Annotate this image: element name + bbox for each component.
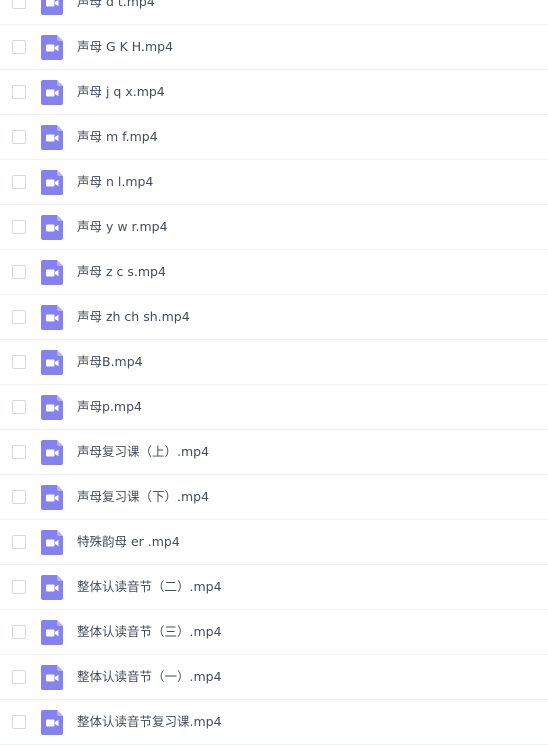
file-list: 声母 d t.mp4 声母 G K H.mp4 声母 j q x.mp4 声母 …: [0, 0, 548, 745]
video-file-icon: [41, 530, 63, 555]
file-row[interactable]: 特殊韵母 er .mp4: [0, 520, 548, 565]
video-file-icon: [41, 80, 63, 105]
select-checkbox[interactable]: [12, 445, 26, 459]
select-checkbox[interactable]: [12, 535, 26, 549]
file-row[interactable]: 整体认读音节（三）.mp4: [0, 610, 548, 655]
file-row[interactable]: 整体认读音节（二）.mp4: [0, 565, 548, 610]
select-checkbox[interactable]: [12, 670, 26, 684]
file-name[interactable]: 声母复习课（上）.mp4: [77, 430, 209, 474]
file-row[interactable]: 声母 n l.mp4: [0, 160, 548, 205]
select-checkbox[interactable]: [12, 130, 26, 144]
file-row[interactable]: 声母 y w r.mp4: [0, 205, 548, 250]
file-name[interactable]: 整体认读音节（二）.mp4: [77, 565, 222, 609]
file-row[interactable]: 声母复习课（上）.mp4: [0, 430, 548, 475]
select-checkbox[interactable]: [12, 490, 26, 504]
file-name[interactable]: 声母 z c s.mp4: [77, 250, 166, 294]
select-checkbox[interactable]: [12, 85, 26, 99]
video-file-icon: [41, 710, 63, 735]
file-row[interactable]: 声母 d t.mp4: [0, 0, 548, 25]
select-checkbox[interactable]: [12, 400, 26, 414]
file-row[interactable]: 声母复习课（下）.mp4: [0, 475, 548, 520]
video-file-icon: [41, 440, 63, 465]
file-row[interactable]: 声母 G K H.mp4: [0, 25, 548, 70]
file-name[interactable]: 整体认读音节复习课.mp4: [77, 700, 222, 744]
file-row[interactable]: 声母 m f.mp4: [0, 115, 548, 160]
video-file-icon: [41, 395, 63, 420]
select-checkbox[interactable]: [12, 220, 26, 234]
file-row[interactable]: 声母 z c s.mp4: [0, 250, 548, 295]
select-checkbox[interactable]: [12, 265, 26, 279]
file-row[interactable]: 声母p.mp4: [0, 385, 548, 430]
file-name[interactable]: 整体认读音节（三）.mp4: [77, 610, 222, 654]
file-name[interactable]: 声母 G K H.mp4: [77, 25, 173, 69]
select-checkbox[interactable]: [12, 580, 26, 594]
file-row[interactable]: 声母 zh ch sh.mp4: [0, 295, 548, 340]
file-name[interactable]: 整体认读音节（一）.mp4: [77, 655, 222, 699]
file-row[interactable]: 整体认读音节复习课.mp4: [0, 700, 548, 745]
video-file-icon: [41, 575, 63, 600]
file-name[interactable]: 声母 n l.mp4: [77, 160, 153, 204]
file-name[interactable]: 声母复习课（下）.mp4: [77, 475, 209, 519]
video-file-icon: [41, 260, 63, 285]
video-file-icon: [41, 620, 63, 645]
video-file-icon: [41, 485, 63, 510]
file-name[interactable]: 声母 zh ch sh.mp4: [77, 295, 190, 339]
select-checkbox[interactable]: [12, 0, 26, 9]
file-row[interactable]: 声母B.mp4: [0, 340, 548, 385]
file-name[interactable]: 声母p.mp4: [77, 385, 142, 429]
video-file-icon: [41, 0, 63, 15]
file-name[interactable]: 声母 d t.mp4: [77, 0, 155, 24]
select-checkbox[interactable]: [12, 40, 26, 54]
video-file-icon: [41, 350, 63, 375]
video-file-icon: [41, 215, 63, 240]
video-file-icon: [41, 125, 63, 150]
file-row[interactable]: 整体认读音节（一）.mp4: [0, 655, 548, 700]
file-name[interactable]: 声母 j q x.mp4: [77, 70, 165, 114]
video-file-icon: [41, 305, 63, 330]
video-file-icon: [41, 35, 63, 60]
file-name[interactable]: 声母 y w r.mp4: [77, 205, 168, 249]
select-checkbox[interactable]: [12, 310, 26, 324]
video-file-icon: [41, 665, 63, 690]
select-checkbox[interactable]: [12, 715, 26, 729]
select-checkbox[interactable]: [12, 355, 26, 369]
select-checkbox[interactable]: [12, 175, 26, 189]
file-row[interactable]: 声母 j q x.mp4: [0, 70, 548, 115]
file-name[interactable]: 声母 m f.mp4: [77, 115, 158, 159]
video-file-icon: [41, 170, 63, 195]
file-name[interactable]: 声母B.mp4: [77, 340, 143, 384]
select-checkbox[interactable]: [12, 625, 26, 639]
file-name[interactable]: 特殊韵母 er .mp4: [77, 520, 180, 564]
